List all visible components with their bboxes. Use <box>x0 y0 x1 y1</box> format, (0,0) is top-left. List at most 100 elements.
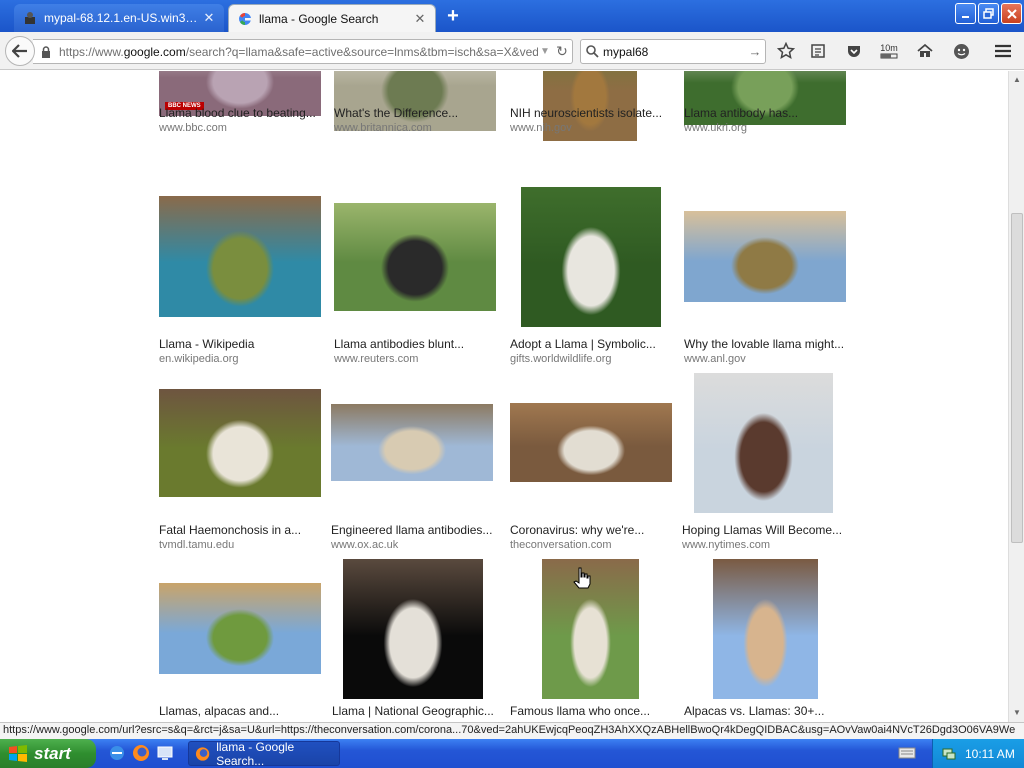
lock-icon[interactable] <box>41 45 55 58</box>
image-result-card[interactable]: Why the lovable llama might... www.anl.go… <box>684 196 854 373</box>
keyboard-icon[interactable] <box>898 746 916 760</box>
result-caption[interactable]: Famous llama who once... <box>510 704 650 718</box>
downloads-icon[interactable]: 10m <box>876 40 902 62</box>
image-result-card[interactable]: BBC NEWS Llama blood clue to beating... ww… <box>159 71 329 142</box>
minimize-button[interactable] <box>955 3 976 24</box>
image-result-card[interactable]: Adopt a Llama | Symbolic... gifts.worldwi… <box>510 187 680 373</box>
image-result-card[interactable]: NIH neuroscientists isolate... www.nih.go… <box>510 71 680 142</box>
image-result-card[interactable]: Famous llama who once... <box>510 559 680 722</box>
address-bar[interactable]: https://www.google.com/search?q=llama&sa… <box>33 39 573 64</box>
result-domain[interactable]: gifts.worldwildlife.org <box>510 353 611 365</box>
internet-explorer-icon[interactable] <box>108 744 126 762</box>
pocket-icon[interactable] <box>842 40 866 62</box>
result-thumbnail[interactable] <box>334 203 496 311</box>
image-result-card[interactable]: What's the Difference... www.britannica.c… <box>334 71 504 142</box>
reload-icon[interactable]: ↻ <box>552 43 572 60</box>
result-domain[interactable]: en.wikipedia.org <box>159 353 239 365</box>
result-caption[interactable]: Llama blood clue to beating... <box>159 106 316 120</box>
result-caption[interactable]: Llama - Wikipedia <box>159 337 254 351</box>
new-tab-button[interactable]: + <box>442 6 464 28</box>
show-desktop-icon[interactable] <box>156 744 174 762</box>
emoji-icon[interactable] <box>949 40 973 62</box>
result-domain[interactable]: tvmdl.tamu.edu <box>159 539 234 551</box>
result-domain[interactable]: www.nih.gov <box>510 122 572 134</box>
result-caption[interactable]: NIH neuroscientists isolate... <box>510 106 662 120</box>
bookmark-star-icon[interactable] <box>774 40 798 62</box>
tab-label: mypal-68.12.1.en-US.win32... <box>44 11 202 25</box>
close-icon[interactable]: ✕ <box>413 11 427 27</box>
result-domain[interactable]: www.bbc.com <box>159 122 227 134</box>
vertical-scrollbar[interactable]: ▲ ▼ <box>1008 71 1024 722</box>
result-domain[interactable]: www.ox.ac.uk <box>331 539 398 551</box>
tab-download[interactable]: mypal-68.12.1.en-US.win32... ✕ <box>14 4 224 32</box>
taskbar-task-firefox[interactable]: llama - Google Search... <box>188 739 340 768</box>
scrollbar-thumb[interactable] <box>1011 213 1023 543</box>
hand-cursor-icon <box>573 567 591 589</box>
result-thumbnail[interactable] <box>713 559 818 699</box>
task-label: llama - Google Search... <box>216 739 295 768</box>
result-thumbnail[interactable] <box>684 211 846 302</box>
result-domain[interactable]: www.reuters.com <box>334 353 418 365</box>
image-result-card[interactable]: Llamas, alpacas and... <box>159 581 329 722</box>
result-caption[interactable]: Llamas, alpacas and... <box>159 704 279 718</box>
restore-button[interactable] <box>978 3 999 24</box>
result-domain[interactable]: www.nytimes.com <box>682 539 770 551</box>
url-path: /search?q=llama&safe=active&source=lnms&… <box>185 44 538 59</box>
close-icon[interactable]: ✕ <box>202 10 216 26</box>
result-caption[interactable]: Alpacas vs. Llamas: 30+... <box>684 704 824 718</box>
image-result-card[interactable]: Llama antibodies blunt... www.reuters.com <box>334 196 504 373</box>
image-result-card[interactable]: Llama antibody has... www.ukri.org <box>684 71 854 142</box>
firefox-icon[interactable] <box>132 744 150 762</box>
tab-google-search[interactable]: llama - Google Search ✕ <box>228 4 436 32</box>
result-domain[interactable]: www.anl.gov <box>684 353 746 365</box>
search-icon <box>581 45 603 58</box>
result-thumbnail[interactable] <box>159 389 321 497</box>
result-domain[interactable]: www.ukri.org <box>684 122 747 134</box>
scroll-down-icon[interactable]: ▼ <box>1010 705 1024 721</box>
network-icon[interactable] <box>941 746 957 762</box>
image-result-card[interactable]: Fatal Haemonchosis in a... tvmdl.tamu.edu <box>159 389 329 559</box>
search-go-icon[interactable]: → <box>745 44 765 59</box>
result-thumbnail[interactable] <box>331 404 493 481</box>
result-caption[interactable]: Why the lovable llama might... <box>684 337 844 351</box>
result-thumbnail[interactable] <box>694 373 833 513</box>
close-window-button[interactable] <box>1001 3 1022 24</box>
result-domain[interactable]: theconversation.com <box>510 539 612 551</box>
result-caption[interactable]: Llama antibodies blunt... <box>334 337 464 351</box>
result-caption[interactable]: Fatal Haemonchosis in a... <box>159 523 301 537</box>
url-text[interactable]: https://www.google.com/search?q=llama&sa… <box>59 45 538 59</box>
reading-list-icon[interactable] <box>806 40 830 62</box>
search-input[interactable]: mypal68 <box>603 45 745 59</box>
result-thumbnail[interactable] <box>510 403 672 482</box>
start-button[interactable]: start <box>0 739 96 768</box>
result-caption[interactable]: What's the Difference... <box>334 106 458 120</box>
windows-logo-icon <box>9 744 27 762</box>
image-result-card[interactable]: Hoping Llamas Will Become... www.nytimes.… <box>682 373 852 559</box>
result-caption[interactable]: Engineered llama antibodies... <box>331 523 492 537</box>
result-domain[interactable]: www.britannica.com <box>334 122 432 134</box>
image-result-card[interactable]: Coronavirus: why we're... theconversation… <box>510 389 680 559</box>
image-result-card[interactable]: Llama - Wikipedia en.wikipedia.org <box>159 196 329 373</box>
result-thumbnail[interactable] <box>521 187 661 327</box>
result-thumbnail[interactable] <box>343 559 483 699</box>
scroll-up-icon[interactable]: ▲ <box>1010 72 1024 88</box>
image-result-card[interactable]: Engineered llama antibodies... www.ox.ac.… <box>331 389 501 559</box>
menu-icon[interactable] <box>991 40 1015 62</box>
system-tray: 10:11 AM <box>932 739 1024 768</box>
result-caption[interactable]: Hoping Llamas Will Become... <box>682 523 842 537</box>
dropdown-icon[interactable]: ▼ <box>538 46 552 57</box>
home-icon[interactable] <box>913 40 937 62</box>
result-thumbnail[interactable] <box>159 196 321 317</box>
result-caption[interactable]: Coronavirus: why we're... <box>510 523 644 537</box>
result-caption[interactable]: Adopt a Llama | Symbolic... <box>510 337 656 351</box>
result-caption[interactable]: Llama | National Geographic... <box>332 704 494 718</box>
result-caption[interactable]: Llama antibody has... <box>684 106 798 120</box>
image-result-card[interactable]: Alpacas vs. Llamas: 30+... <box>684 559 854 722</box>
search-bar[interactable]: mypal68 → <box>580 39 766 64</box>
image-results-grid: BBC NEWS Llama blood clue to beating... ww… <box>0 71 1008 722</box>
back-button[interactable] <box>5 36 35 66</box>
image-result-card[interactable]: Llama | National Geographic... <box>332 559 502 722</box>
firefox-icon <box>195 746 210 761</box>
result-thumbnail[interactable] <box>159 583 321 674</box>
navigation-toolbar: https://www.google.com/search?q=llama&sa… <box>0 32 1024 70</box>
